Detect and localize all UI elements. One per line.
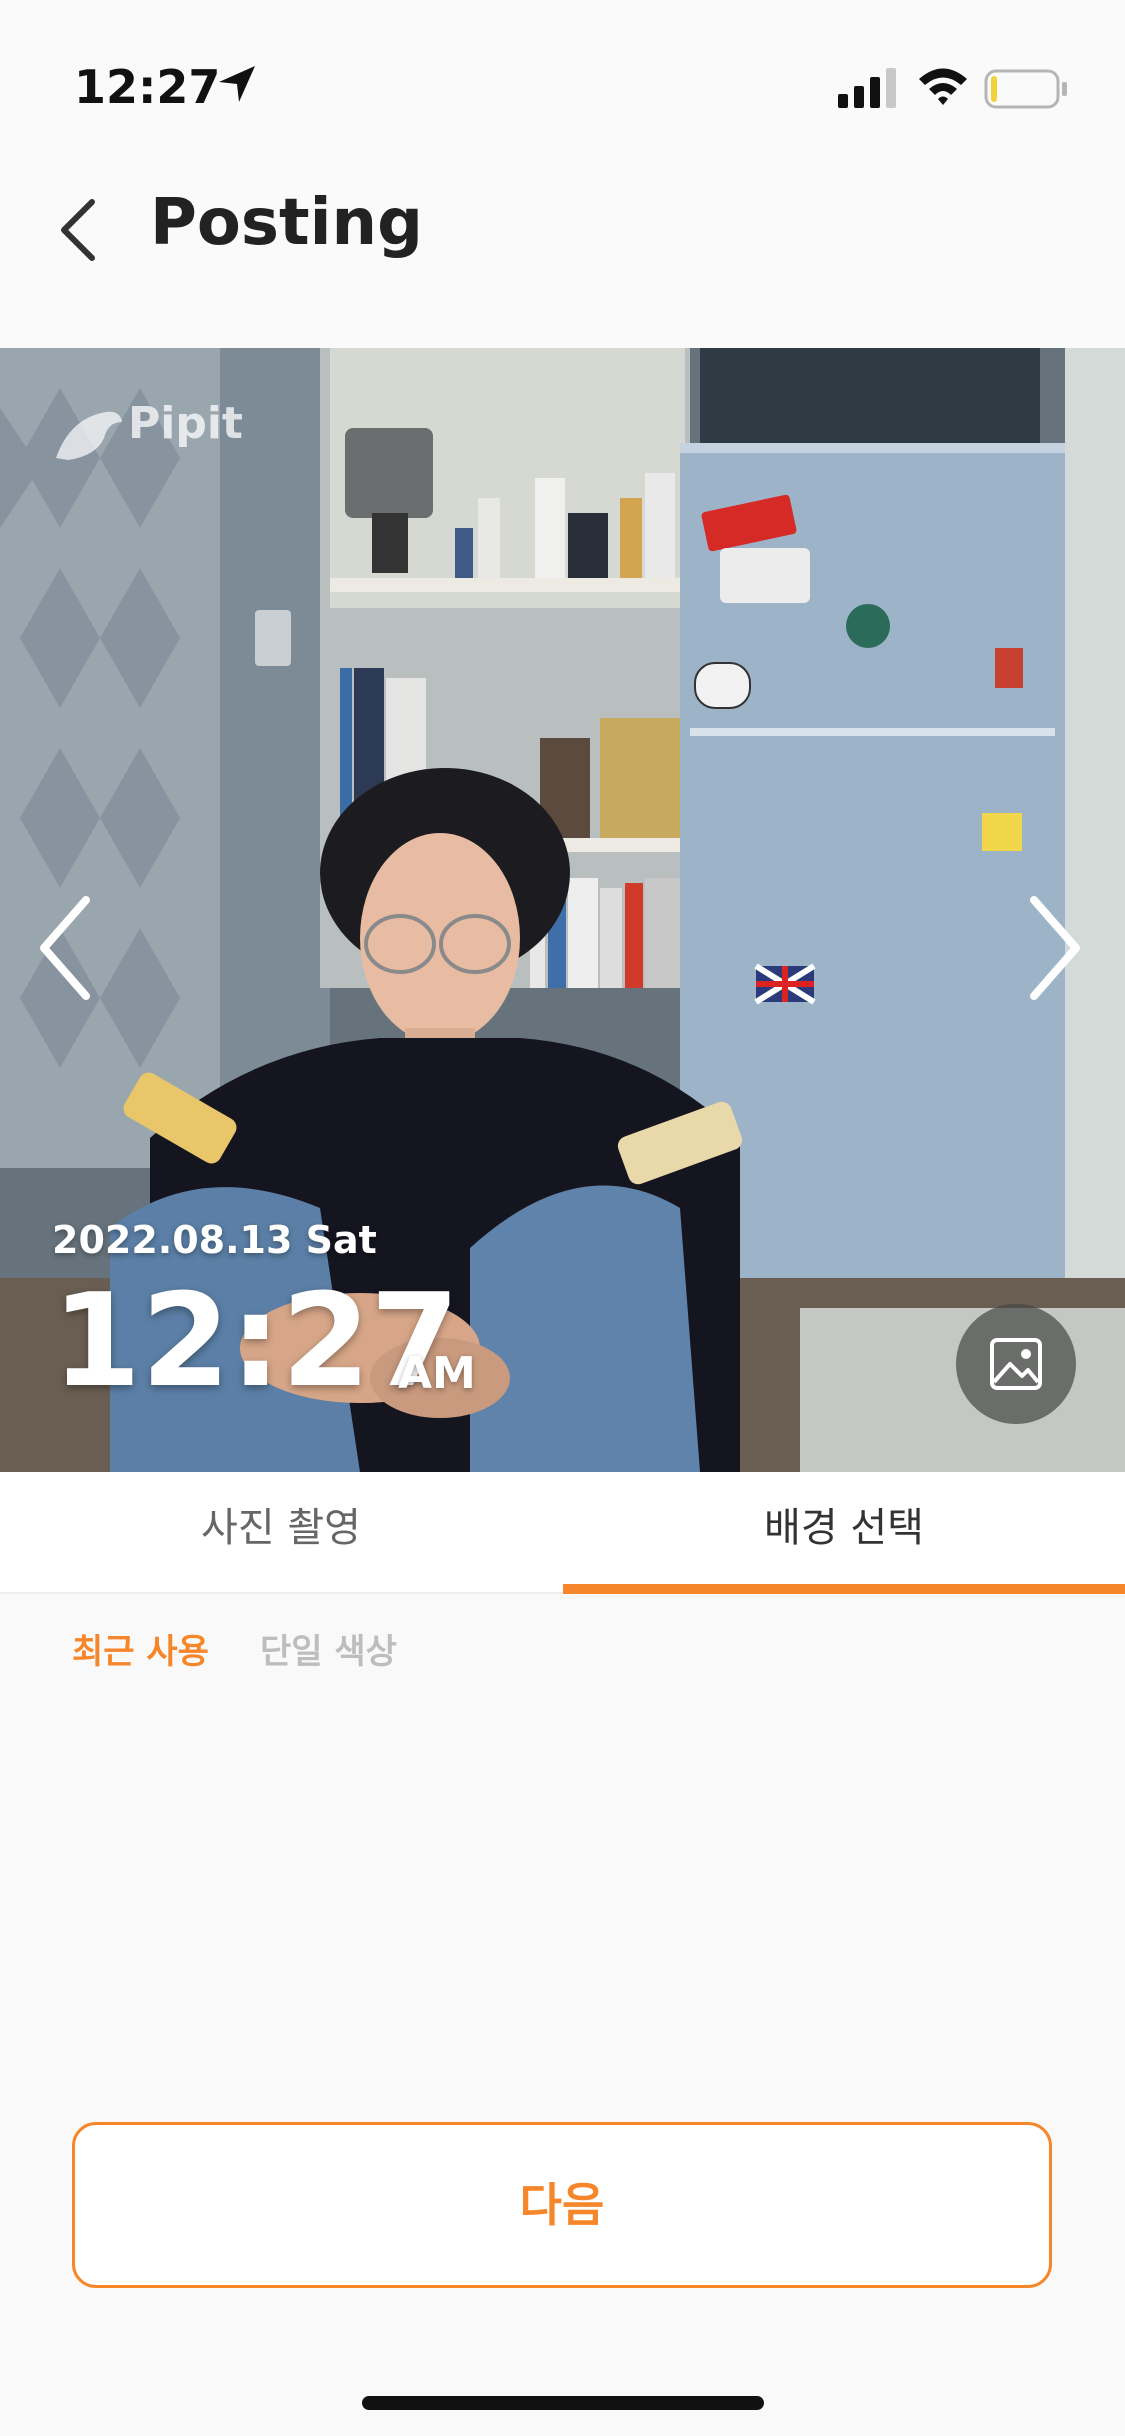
subtab-solid-color[interactable]: 단일 색상 [260,1624,397,1673]
next-button[interactable]: 다음 [72,2122,1052,2288]
location-arrow-icon [219,66,255,102]
pipit-watermark: Pipit [128,398,243,449]
next-photo-chevron-icon[interactable] [1020,888,1090,1008]
photo-ampm-label: AM [398,1348,476,1399]
photo-preview: Pipit 2022.08.13 Sat 12:27 AM [0,348,1125,1472]
battery-icon [984,69,1067,109]
subtab-recently-used[interactable]: 최근 사용 [72,1624,209,1673]
page-title: Posting [150,186,423,260]
tab-take-photo[interactable]: 사진 촬영 [0,1472,562,1592]
photo-date-stamp: 2022.08.13 Sat [52,1218,377,1262]
status-time: 12:27 [74,60,221,114]
back-chevron-icon[interactable] [48,190,112,270]
home-indicator [362,2396,764,2410]
top-bar: 12:27 Posting [0,0,1125,348]
mode-tabs: 사진 촬영 배경 선택 [0,1472,1125,1594]
cellular-signal-icon [838,68,896,108]
status-bar: 12:27 [0,0,1125,180]
gallery-button[interactable] [956,1304,1076,1424]
tab-select-background[interactable]: 배경 선택 [563,1472,1125,1592]
wifi-icon [919,68,967,105]
image-gallery-icon [990,1338,1042,1390]
previous-photo-chevron-icon[interactable] [30,888,100,1008]
active-tab-indicator [563,1584,1125,1594]
